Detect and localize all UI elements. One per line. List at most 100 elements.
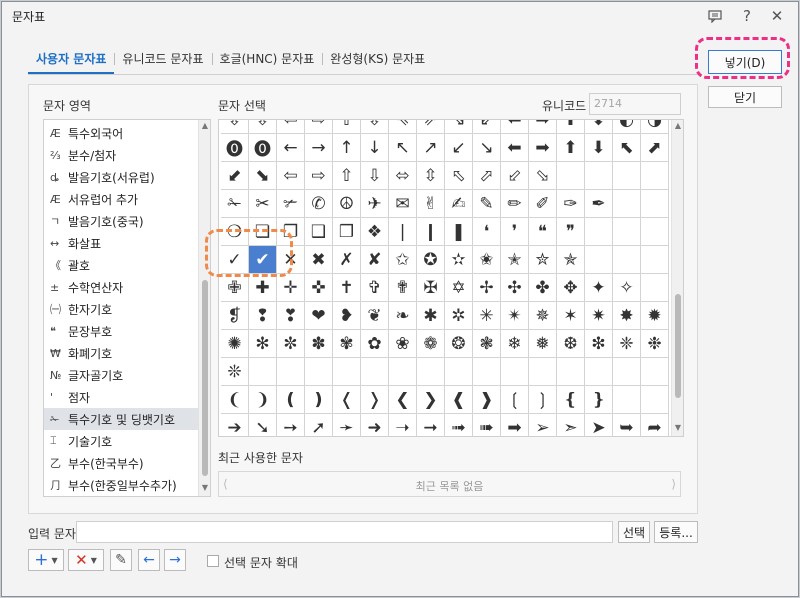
symbol-cell[interactable]: ➠: [473, 414, 501, 436]
symbol-cell[interactable]: ✕: [277, 246, 305, 274]
symbol-cell[interactable]: ✶: [557, 302, 585, 330]
symbol-cell[interactable]: ✁: [221, 190, 249, 218]
symbol-cell[interactable]: ✯: [557, 246, 585, 274]
insert-button[interactable]: 넣기(D): [708, 50, 782, 74]
symbol-cell[interactable]: [557, 358, 585, 386]
symbol-cell[interactable]: ❴: [557, 386, 585, 414]
symbol-cell[interactable]: ➚: [305, 414, 333, 436]
symbol-cell[interactable]: ➙: [277, 414, 305, 436]
symbol-cell[interactable]: ✛: [277, 274, 305, 302]
symbol-cell[interactable]: ❅: [529, 330, 557, 358]
area-item[interactable]: ' 점자: [44, 386, 210, 408]
symbol-cell[interactable]: [529, 358, 557, 386]
symbol-cell[interactable]: ✱: [417, 302, 445, 330]
area-item[interactable]: ㄱ 발음기호(중국): [44, 210, 210, 232]
move-left-button[interactable]: ←: [138, 549, 160, 571]
area-item[interactable]: ❝ 문장부호: [44, 320, 210, 342]
area-item[interactable]: ↔ 화살표: [44, 232, 210, 254]
symbol-cell[interactable]: ⬀: [473, 162, 501, 190]
symbol-cell[interactable]: ➝: [389, 414, 417, 436]
symbol-cell[interactable]: ✹: [641, 302, 669, 330]
symbol-cell[interactable]: ⬃: [501, 162, 529, 190]
symbol-cell[interactable]: ◐: [613, 120, 641, 134]
symbol-cell[interactable]: ❤: [305, 302, 333, 330]
symbol-cell[interactable]: [613, 386, 641, 414]
symbol-cell[interactable]: ✘: [361, 246, 389, 274]
symbol-cell[interactable]: ⇩: [361, 120, 389, 134]
symbol-cell[interactable]: ✥: [557, 274, 585, 302]
symbol-cell[interactable]: ❭: [361, 386, 389, 414]
tab-user-charmap[interactable]: 사용자 문자표: [28, 48, 115, 74]
symbol-cell[interactable]: ✴: [501, 302, 529, 330]
symbol-cell[interactable]: ⬉: [613, 134, 641, 162]
symbol-cell[interactable]: ❊: [221, 358, 249, 386]
symbol-cell[interactable]: [585, 218, 613, 246]
delete-button[interactable]: ✕ ▼: [68, 549, 104, 571]
symbol-cell[interactable]: ❮: [389, 386, 417, 414]
symbol-cell[interactable]: ⇖: [389, 120, 417, 134]
tab-unicode-charmap[interactable]: 유니코드 문자표: [114, 48, 211, 74]
symbol-cell[interactable]: ⇩: [361, 162, 389, 190]
symbol-cell[interactable]: ⇨: [305, 162, 333, 190]
symbol-cell[interactable]: ✽: [305, 330, 333, 358]
area-item[interactable]: ± 수학연산자: [44, 276, 210, 298]
symbol-cell[interactable]: ❖: [361, 218, 389, 246]
tab-hnc-charmap[interactable]: 호글(HNC) 문자표: [211, 48, 323, 74]
register-button[interactable]: 등록...: [654, 521, 698, 543]
symbol-cell[interactable]: ➟: [445, 414, 473, 436]
symbol-cell[interactable]: ✧: [613, 274, 641, 302]
symbol-cell[interactable]: [613, 218, 641, 246]
symbol-cell[interactable]: [641, 190, 669, 218]
symbol-cell[interactable]: ❡: [221, 302, 249, 330]
symbol-cell[interactable]: ➢: [529, 414, 557, 436]
symbol-cell[interactable]: ⬆: [557, 134, 585, 162]
help-icon[interactable]: ?: [736, 6, 758, 26]
area-item[interactable]: ㈠ 한자기호: [44, 298, 210, 320]
symbol-cell[interactable]: ❜: [501, 218, 529, 246]
symbol-cell[interactable]: ❆: [557, 330, 585, 358]
symbol-cell[interactable]: ✙: [221, 274, 249, 302]
close-button[interactable]: 닫기: [708, 86, 782, 108]
area-item[interactable]: ⺆ 부수(한중일부수추가): [44, 474, 210, 496]
symbol-cell[interactable]: ❧: [389, 302, 417, 330]
symbol-cell[interactable]: [641, 246, 669, 274]
symbol-cell[interactable]: ➤: [585, 414, 613, 436]
edit-button[interactable]: ✎: [110, 549, 132, 571]
symbol-cell[interactable]: ☮: [333, 190, 361, 218]
symbol-cell[interactable]: ✮: [529, 246, 557, 274]
symbol-cell[interactable]: ⇩: [221, 120, 249, 134]
symbol-cell[interactable]: ✍: [445, 190, 473, 218]
symbol-cell[interactable]: ❐: [277, 218, 305, 246]
area-list-scroll-thumb[interactable]: [202, 280, 208, 476]
symbol-cell[interactable]: ↗: [417, 134, 445, 162]
symbol-cell[interactable]: ❉: [641, 330, 669, 358]
symbol-cell[interactable]: ↙: [445, 134, 473, 162]
symbol-cell[interactable]: ✲: [445, 302, 473, 330]
unicode-field[interactable]: 2714: [589, 93, 681, 115]
symbol-cell[interactable]: ❞: [557, 218, 585, 246]
symbol-cell[interactable]: ✤: [529, 274, 557, 302]
symbol-cell[interactable]: ✌: [417, 190, 445, 218]
symbol-cell[interactable]: ❃: [473, 330, 501, 358]
symbol-cell[interactable]: ✎: [473, 190, 501, 218]
grid-scroll-up-arrow-icon[interactable]: ▲: [672, 120, 683, 132]
symbol-cell[interactable]: ❥: [333, 302, 361, 330]
grid-scroll-down-arrow-icon[interactable]: ▼: [672, 422, 683, 434]
symbol-grid-scrollbar[interactable]: ▲ ▼: [671, 120, 683, 436]
symbol-cell[interactable]: ✒: [585, 190, 613, 218]
symbol-cell[interactable]: ➦: [641, 414, 669, 436]
symbol-cell[interactable]: ✚: [249, 274, 277, 302]
symbol-cell[interactable]: ❩: [249, 386, 277, 414]
area-item[interactable]: Æ 서유럽어 추가: [44, 188, 210, 210]
scroll-down-arrow-icon[interactable]: ▼: [199, 482, 210, 494]
symbol-cell[interactable]: ↓: [361, 134, 389, 162]
symbol-cell[interactable]: ✑: [557, 190, 585, 218]
symbol-cell[interactable]: [333, 358, 361, 386]
symbol-cell[interactable]: ✭: [501, 246, 529, 274]
symbol-cell[interactable]: ✓: [221, 246, 249, 274]
area-list-scrollbar[interactable]: ▲ ▼: [198, 120, 210, 496]
symbol-cell[interactable]: ⬄: [389, 162, 417, 190]
close-icon[interactable]: ✕: [766, 6, 788, 26]
symbol-cell[interactable]: ➡: [529, 120, 557, 134]
symbol-cell[interactable]: ✐: [529, 190, 557, 218]
